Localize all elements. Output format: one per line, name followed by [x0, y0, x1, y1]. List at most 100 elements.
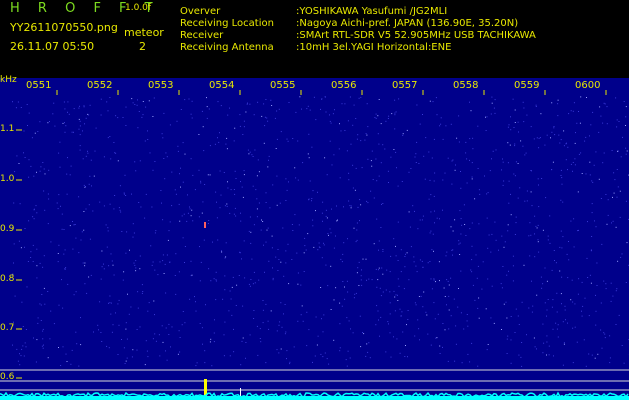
- noise-speck: [249, 285, 251, 287]
- noise-speck: [132, 223, 134, 225]
- noise-speck: [152, 116, 154, 117]
- noise-speck: [238, 275, 240, 276]
- noise-speck: [570, 163, 572, 165]
- noise-speck: [378, 249, 379, 251]
- noise-speck: [572, 301, 574, 303]
- noise-speck: [168, 230, 170, 232]
- noise-speck: [90, 159, 92, 161]
- noise-speck: [357, 267, 359, 269]
- noise-speck: [385, 289, 387, 291]
- noise-speck: [186, 220, 188, 222]
- noise-speck: [581, 173, 583, 174]
- noise-speck: [85, 208, 87, 210]
- noise-speck: [376, 218, 378, 220]
- noise-speck: [37, 322, 39, 324]
- noise-speck: [87, 113, 89, 115]
- noise-speck: [471, 259, 473, 261]
- noise-speck: [455, 325, 457, 327]
- noise-speck: [277, 270, 279, 271]
- noise-speck: [329, 114, 330, 116]
- noise-speck: [54, 125, 56, 127]
- noise-speck: [39, 303, 41, 305]
- noise-speck: [428, 198, 430, 200]
- noise-speck: [404, 256, 406, 257]
- noise-speck: [80, 317, 81, 319]
- noise-speck: [125, 252, 127, 254]
- noise-speck: [215, 280, 217, 282]
- noise-speck: [135, 267, 137, 269]
- noise-speck: [179, 351, 181, 353]
- noise-speck: [258, 171, 260, 173]
- noise-speck: [202, 201, 204, 203]
- noise-speck: [585, 173, 587, 175]
- noise-speck: [612, 295, 614, 297]
- noise-speck: [533, 138, 535, 140]
- noise-speck: [180, 167, 181, 169]
- noise-speck: [542, 283, 544, 285]
- noise-speck: [345, 359, 347, 361]
- noise-speck: [459, 254, 461, 255]
- noise-speck: [606, 123, 608, 125]
- noise-speck: [356, 222, 358, 224]
- noise-speck: [68, 113, 70, 115]
- noise-speck: [22, 326, 24, 327]
- noise-speck: [312, 219, 314, 221]
- noise-speck: [471, 271, 473, 273]
- noise-speck: [436, 217, 438, 219]
- noise-speck: [477, 168, 479, 169]
- noise-speck: [399, 308, 401, 310]
- noise-speck: [378, 267, 380, 269]
- noise-speck: [442, 323, 444, 324]
- noise-speck: [437, 313, 439, 315]
- noise-speck: [265, 99, 267, 100]
- noise-speck: [278, 324, 280, 326]
- noise-speck: [557, 99, 559, 101]
- noise-speck: [475, 254, 477, 256]
- noise-speck: [98, 329, 99, 331]
- noise-speck: [387, 170, 389, 172]
- noise-speck: [65, 125, 67, 127]
- noise-speck: [430, 344, 432, 346]
- noise-speck: [472, 137, 474, 139]
- noise-speck: [78, 118, 80, 120]
- noise-speck: [317, 191, 318, 193]
- noise-speck: [520, 356, 522, 358]
- noise-speck: [166, 359, 168, 361]
- noise-speck: [534, 346, 536, 348]
- noise-speck: [187, 194, 188, 196]
- noise-speck: [585, 136, 587, 138]
- noise-speck: [229, 290, 231, 292]
- noise-speck: [510, 362, 512, 364]
- noise-speck: [199, 280, 201, 282]
- noise-speck: [266, 117, 268, 119]
- noise-speck: [526, 190, 528, 192]
- noise-speck: [479, 193, 481, 195]
- noise-speck: [323, 242, 324, 244]
- noise-speck: [408, 211, 410, 213]
- noise-speck: [28, 159, 30, 161]
- noise-speck: [321, 257, 323, 259]
- noise-speck: [171, 326, 173, 328]
- noise-speck: [339, 347, 341, 349]
- noise-speck: [86, 292, 88, 294]
- noise-speck: [361, 167, 363, 169]
- noise-speck: [100, 278, 102, 280]
- noise-speck: [538, 184, 539, 186]
- noise-speck: [139, 255, 141, 257]
- noise-speck: [190, 113, 192, 115]
- noise-speck: [377, 310, 379, 312]
- noise-speck: [414, 210, 415, 212]
- noise-speck: [40, 304, 42, 306]
- noise-speck: [322, 201, 324, 203]
- noise-speck: [268, 155, 270, 157]
- x-tick-label: 0552: [87, 80, 113, 91]
- noise-speck: [625, 200, 627, 202]
- noise-speck: [370, 160, 372, 162]
- noise-speck: [13, 262, 14, 264]
- noise-speck: [397, 260, 399, 261]
- noise-speck: [477, 365, 479, 367]
- noise-speck: [187, 212, 189, 214]
- noise-speck: [390, 156, 392, 158]
- noise-speck: [481, 288, 483, 290]
- noise-speck: [288, 181, 289, 183]
